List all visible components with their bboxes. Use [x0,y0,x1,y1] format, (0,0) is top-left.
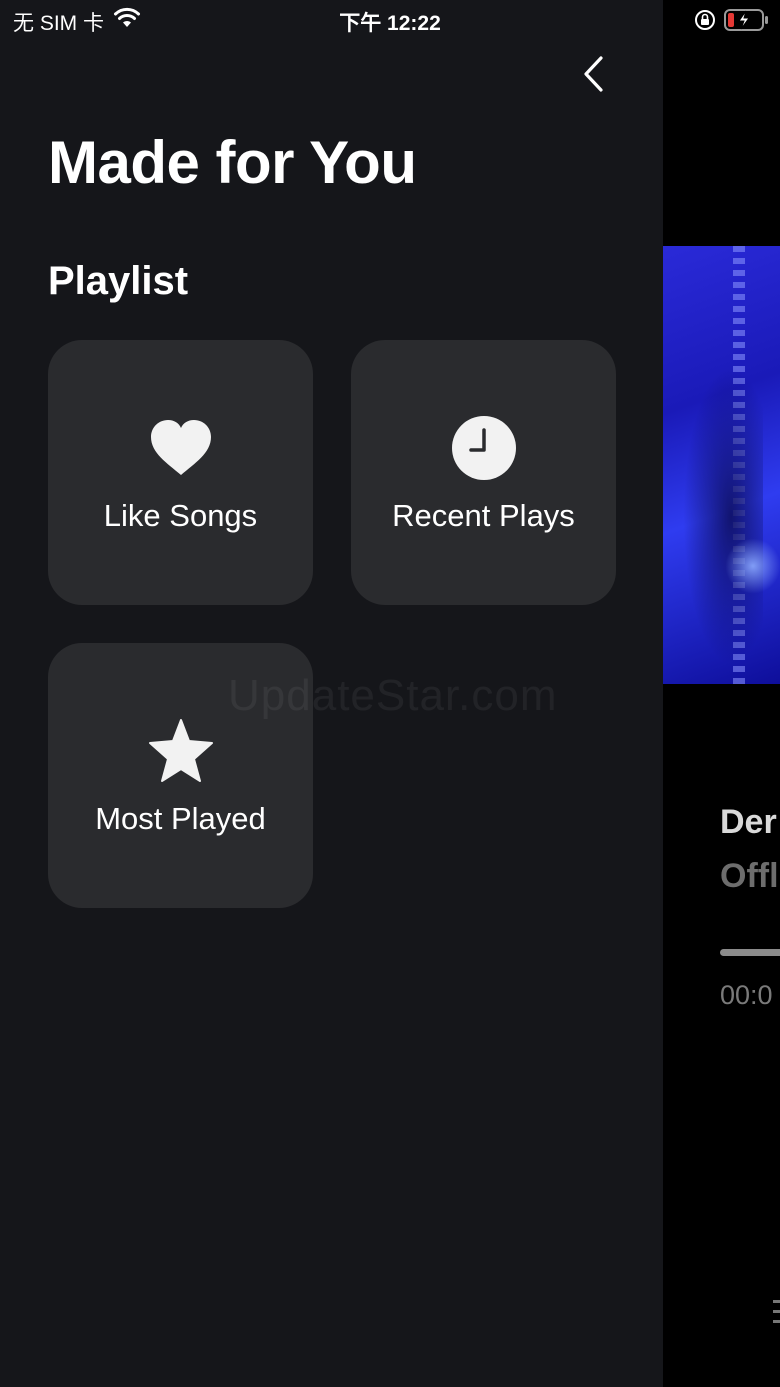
card-label: Most Played [95,801,266,836]
orientation-lock-icon [694,9,716,36]
clock-icon [451,416,516,480]
like-songs-card[interactable]: Like Songs [48,340,313,605]
star-icon [148,719,213,782]
heart-icon [150,420,211,475]
status-time: 下午 12:22 [339,12,441,35]
card-label: Recent Plays [392,498,575,533]
page-title: Made for You [48,129,417,196]
recent-plays-card[interactable]: Recent Plays [351,340,616,605]
screen: Der Offl 00:0 Made for You Playlist Like… [0,0,780,1387]
battery-icon [724,8,770,37]
status-bar: 无 SIM 卡 下午 12:22 [0,0,780,40]
chevron-left-icon [584,56,603,92]
queue-icon[interactable] [773,1300,780,1330]
album-artwork [663,246,780,684]
watermark: UpdateStar.com [228,671,558,720]
now-playing-panel: Der Offl 00:0 [663,0,780,1387]
song-title: Der [720,803,777,841]
song-artist: Offl [720,857,779,895]
current-time: 00:0 [720,980,773,1010]
back-button[interactable] [572,52,616,96]
card-label: Like Songs [103,498,258,533]
section-title-playlist: Playlist [48,259,189,303]
progress-bar[interactable] [720,949,780,956]
